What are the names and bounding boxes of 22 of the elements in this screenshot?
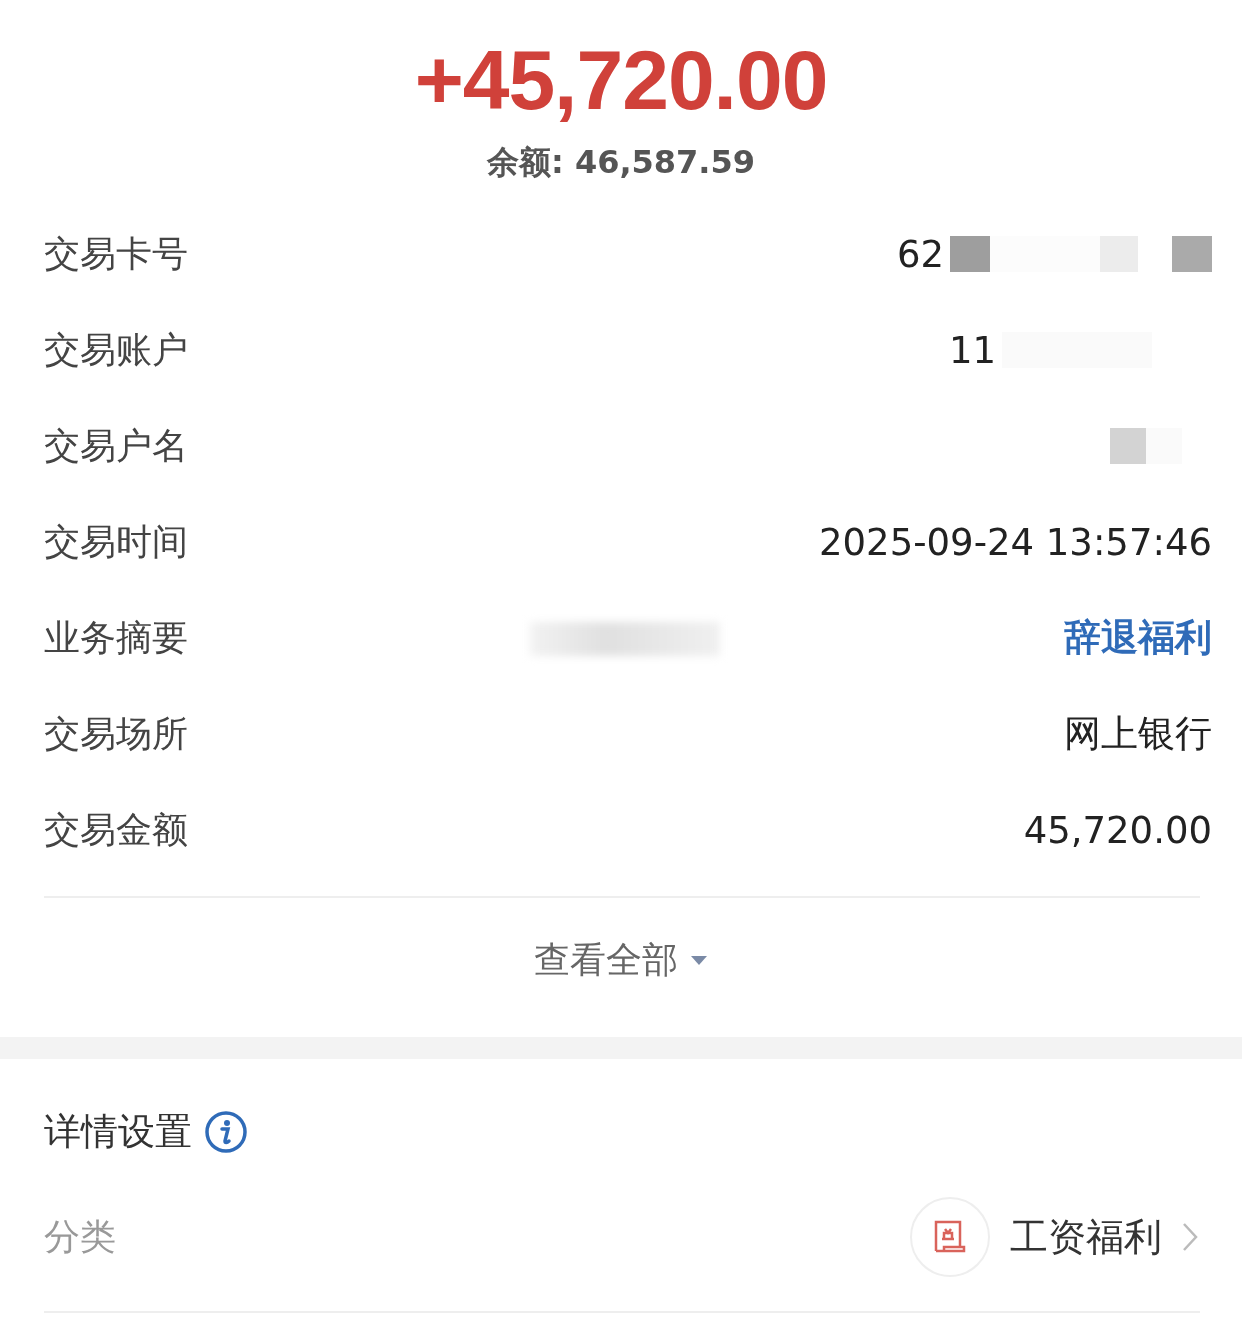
summary-link[interactable]: 辞退福利 bbox=[1064, 613, 1212, 663]
transaction-amount: +45,720.00 bbox=[414, 32, 828, 128]
detail-label: 业务摘要 bbox=[44, 615, 188, 660]
chevron-right-icon bbox=[1182, 1222, 1198, 1252]
detail-value: 2025-09-24 13:57:46 bbox=[819, 520, 1212, 564]
detail-label: 交易卡号 bbox=[44, 231, 188, 276]
info-icon[interactable] bbox=[204, 1110, 248, 1154]
detail-value: 45,720.00 bbox=[1023, 808, 1212, 852]
detail-value: 11 bbox=[948, 328, 996, 372]
detail-label: 交易账户 bbox=[44, 327, 188, 372]
view-all-button[interactable]: 查看全部 bbox=[534, 936, 708, 985]
balance-text: 余额: 46,587.59 bbox=[486, 142, 756, 182]
caret-icon bbox=[690, 954, 708, 967]
section-title: 详情设置 bbox=[44, 1109, 192, 1155]
detail-value: 网上银行 bbox=[1064, 711, 1212, 757]
category-label: 分类 bbox=[44, 1214, 116, 1259]
detail-label: 交易金额 bbox=[44, 807, 188, 852]
category-selector[interactable]: 工资福利 bbox=[910, 1197, 1198, 1277]
detail-value: 62 bbox=[896, 232, 944, 276]
detail-label: 交易户名 bbox=[44, 423, 188, 468]
detail-label: 交易场所 bbox=[44, 711, 188, 756]
detail-label: 交易时间 bbox=[44, 519, 188, 564]
